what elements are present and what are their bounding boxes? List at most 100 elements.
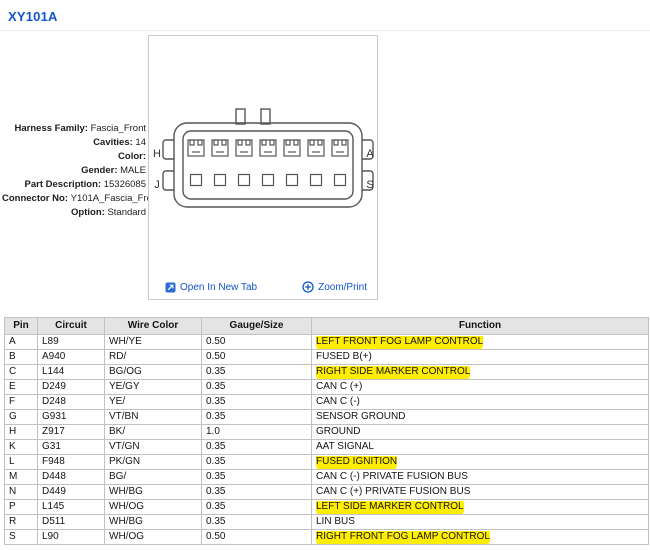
pin-row-N: ND449WH/BG0.35CAN C (+) PRIVATE FUSION B… — [5, 485, 649, 500]
terminal-cavity — [308, 140, 324, 156]
pinout-table: Pin Circuit Wire Color Gauge/Size Functi… — [4, 317, 649, 545]
pin-row-S: SL90WH/OG0.50RIGHT FRONT FOG LAMP CONTRO… — [5, 530, 649, 545]
cell-function: LEFT SIDE MARKER CONTROL — [312, 500, 649, 515]
cell-pin: E — [5, 380, 38, 395]
pin-row-H: HZ917BK/1.0GROUND — [5, 425, 649, 440]
info-value: Y101A_Fascia_Front — [71, 193, 160, 204]
cell-gauge: 0.35 — [202, 515, 312, 530]
function-text: GROUND — [316, 426, 360, 437]
terminal-cavity — [215, 175, 226, 186]
col-header-wire: Wire Color — [105, 318, 202, 335]
cell-circuit: L145 — [38, 500, 105, 515]
pin-row-A: AL89WH/YE0.50LEFT FRONT FOG LAMP CONTROL — [5, 335, 649, 350]
cell-pin: C — [5, 365, 38, 380]
pin-row-F: FD248YE/0.35CAN C (-) — [5, 395, 649, 410]
info-field-harness-family: Harness Family: Fascia_Front — [2, 122, 146, 136]
terminal-cavity — [284, 140, 300, 156]
info-label: Color: — [118, 151, 146, 162]
cell-wire-color: RD/ — [105, 350, 202, 365]
cell-wire-color: PK/GN — [105, 455, 202, 470]
cell-function: FUSED B(+) — [312, 350, 649, 365]
side-lock-tab — [163, 171, 174, 190]
cell-wire-color: VT/BN — [105, 410, 202, 425]
function-text-highlighted: FUSED IGNITION — [316, 456, 397, 467]
function-text: LIN BUS — [316, 516, 355, 527]
function-text-highlighted: LEFT FRONT FOG LAMP CONTROL — [316, 336, 483, 347]
info-value: Standard — [107, 207, 146, 218]
terminal-cavity — [239, 175, 250, 186]
cell-function: GROUND — [312, 425, 649, 440]
function-text-highlighted: RIGHT SIDE MARKER CONTROL — [316, 366, 470, 377]
cell-circuit: A940 — [38, 350, 105, 365]
cell-pin: L — [5, 455, 38, 470]
open-in-new-tab-link[interactable]: Open In New Tab — [165, 282, 257, 293]
terminal-cavity — [335, 175, 346, 186]
cell-pin: N — [5, 485, 38, 500]
function-text: CAN C (-) PRIVATE FUSION BUS — [316, 471, 468, 482]
cell-wire-color: WH/BG — [105, 515, 202, 530]
cell-pin: A — [5, 335, 38, 350]
cell-wire-color: VT/GN — [105, 440, 202, 455]
cell-circuit: G931 — [38, 410, 105, 425]
terminal-cavity — [260, 140, 276, 156]
function-text: FUSED B(+) — [316, 351, 372, 362]
cell-circuit: G31 — [38, 440, 105, 455]
cell-circuit: L144 — [38, 365, 105, 380]
function-text: CAN C (+) PRIVATE FUSION BUS — [316, 486, 470, 497]
cell-gauge: 0.50 — [202, 335, 312, 350]
cell-circuit: F948 — [38, 455, 105, 470]
cell-circuit: D449 — [38, 485, 105, 500]
open-in-new-tab-icon — [165, 282, 176, 293]
cell-gauge: 0.35 — [202, 500, 312, 515]
cell-wire-color: BK/ — [105, 425, 202, 440]
row-label-s: S — [366, 179, 373, 191]
info-label: Cavities: — [93, 137, 135, 148]
cell-function: CAN C (-) PRIVATE FUSION BUS — [312, 470, 649, 485]
function-text: AAT SIGNAL — [316, 441, 374, 452]
col-header-function: Function — [312, 318, 649, 335]
header-divider — [0, 30, 650, 31]
info-value: MALE — [120, 165, 146, 176]
cell-wire-color: YE/ — [105, 395, 202, 410]
pin-row-P: PL145WH/OG0.35LEFT SIDE MARKER CONTROL — [5, 500, 649, 515]
cell-pin: S — [5, 530, 38, 545]
cell-wire-color: WH/YE — [105, 335, 202, 350]
pin-row-M: MD448BG/0.35CAN C (-) PRIVATE FUSION BUS — [5, 470, 649, 485]
info-field-connector-no: Connector No: Y101A_Fascia_Front — [2, 192, 146, 206]
info-field-part-description: Part Description: 15326085 — [2, 178, 146, 192]
cell-wire-color: YE/GY — [105, 380, 202, 395]
cell-function: CAN C (-) — [312, 395, 649, 410]
pin-row-R: RD511WH/BG0.35LIN BUS — [5, 515, 649, 530]
cell-gauge: 0.35 — [202, 365, 312, 380]
terminal-cavity — [311, 175, 322, 186]
connector-shell — [163, 109, 373, 207]
page-title: XY101A — [8, 9, 58, 24]
cell-wire-color: BG/ — [105, 470, 202, 485]
cell-function: CAN C (+) PRIVATE FUSION BUS — [312, 485, 649, 500]
open-in-new-tab-label: Open In New Tab — [180, 282, 257, 293]
col-header-circuit: Circuit — [38, 318, 105, 335]
cell-pin: M — [5, 470, 38, 485]
terminal-cavity — [332, 140, 348, 156]
mounting-tab — [261, 109, 270, 124]
cell-wire-color: WH/OG — [105, 530, 202, 545]
cell-circuit: L90 — [38, 530, 105, 545]
terminal-cavity — [287, 175, 298, 186]
diagram-links: Open In New Tab Zoom/Print — [149, 281, 377, 293]
pin-row-L: LF948PK/GN0.35 FUSED IGNITION — [5, 455, 649, 470]
cell-gauge: 0.35 — [202, 455, 312, 470]
info-label: Connector No: — [2, 193, 71, 204]
cell-circuit: D249 — [38, 380, 105, 395]
cell-gauge: 0.35 — [202, 380, 312, 395]
cell-gauge: 1.0 — [202, 425, 312, 440]
connector-info-panel: Harness Family: Fascia_FrontCavities: 14… — [2, 122, 146, 220]
info-field-cavities: Cavities: 14 — [2, 136, 146, 150]
zoom-print-link[interactable]: Zoom/Print — [302, 281, 367, 293]
cell-pin: B — [5, 350, 38, 365]
info-field-option: Option: Standard — [2, 206, 146, 220]
terminal-cavity — [212, 140, 228, 156]
cell-wire-color: WH/OG — [105, 500, 202, 515]
info-label: Gender: — [81, 165, 120, 176]
cell-function: SENSOR GROUND — [312, 410, 649, 425]
connector-diagram-panel: H A J S Open In New Tab Zoom/Print — [148, 35, 378, 300]
